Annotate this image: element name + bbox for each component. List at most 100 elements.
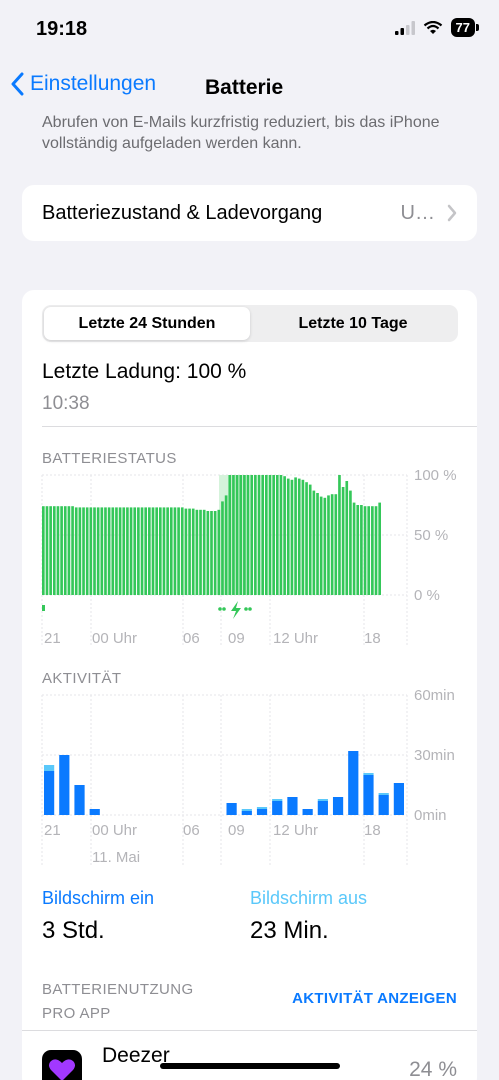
segment-last-10-days[interactable]: Letzte 10 Tage	[250, 307, 456, 340]
battery-bar	[356, 505, 360, 595]
battery-usage-card: Letzte 24 Stunden Letzte 10 Tage Letzte …	[22, 290, 477, 1080]
battery-chart-title: BATTERIESTATUS	[42, 450, 177, 467]
chevron-right-icon	[447, 204, 457, 222]
battery-bar	[268, 475, 272, 595]
activity-x-tick: 12 Uhr	[273, 822, 319, 839]
battery-bar	[158, 507, 162, 595]
screen-on-value: 3 Std.	[42, 917, 105, 944]
last-charge-label: Letzte Ladung: 100 %	[42, 360, 247, 383]
activity-x-tick: 18	[364, 822, 381, 839]
battery-health-row[interactable]: Batteriezustand & Ladevorgang U…	[22, 185, 477, 241]
charging-dot	[218, 607, 222, 611]
charging-bolt-icon	[231, 601, 241, 619]
battery-bar	[71, 506, 74, 595]
battery-bar	[202, 509, 206, 595]
wifi-icon	[423, 20, 442, 34]
battery-bar	[228, 475, 232, 595]
activity-x-tick: 09	[228, 822, 245, 839]
battery-bar	[100, 507, 104, 595]
battery-bar	[140, 507, 144, 595]
battery-x-tick: 09	[228, 630, 245, 647]
battery-bar	[246, 475, 250, 595]
battery-bar	[173, 507, 177, 595]
battery-bar	[60, 506, 63, 595]
app-usage-row-deezer[interactable]: Deezer 24 %	[22, 1040, 477, 1080]
battery-bar	[82, 507, 85, 595]
activity-bar-screen-off	[363, 773, 374, 775]
activity-bar-screen-off	[272, 799, 283, 801]
divider	[22, 1030, 477, 1031]
battery-bar	[177, 507, 180, 595]
last-charge-time: 10:38	[42, 393, 90, 414]
activity-date-label: 11. Mai	[92, 849, 141, 866]
battery-bar	[217, 509, 221, 595]
battery-bar	[49, 506, 52, 595]
battery-bar	[221, 501, 224, 595]
battery-bar	[199, 509, 202, 595]
status-icons: 77	[394, 18, 480, 37]
usage-per-app-header: BATTERIENUTZUNG PRO APP	[42, 978, 194, 1026]
battery-bar	[111, 507, 115, 595]
battery-bar	[334, 494, 338, 595]
battery-bar	[312, 490, 316, 595]
activity-bar-screen-on	[287, 797, 298, 815]
battery-bar	[261, 475, 265, 595]
activity-chart-title: AKTIVITÄT	[42, 670, 122, 687]
activity-bar-screen-on	[393, 783, 404, 815]
battery-bar	[254, 475, 257, 595]
battery-bar	[352, 502, 356, 595]
usage-header-line1: BATTERIENUTZUNG	[42, 981, 194, 998]
battery-bar	[155, 507, 158, 595]
battery-level-chart	[41, 474, 408, 645]
battery-bar	[93, 507, 96, 595]
back-button[interactable]: Einstellungen	[10, 72, 156, 96]
battery-bar	[133, 507, 137, 595]
battery-bar	[235, 475, 239, 595]
activity-x-tick: 06	[183, 822, 200, 839]
battery-bar	[169, 507, 173, 595]
battery-bar	[279, 475, 283, 595]
battery-bar	[89, 507, 93, 595]
battery-health-value: U…	[400, 201, 435, 224]
battery-bar	[316, 493, 319, 595]
battery-bar	[104, 507, 107, 595]
battery-bar	[42, 506, 45, 595]
activity-bar-screen-off	[241, 809, 252, 811]
battery-bar	[107, 507, 111, 595]
battery-bar	[349, 490, 352, 595]
segment-last-24-hours[interactable]: Letzte 24 Stunden	[44, 307, 250, 340]
status-time: 19:18	[36, 18, 88, 40]
battery-bar	[371, 506, 374, 595]
battery-bar	[184, 508, 188, 595]
activity-bar-screen-on	[89, 809, 100, 815]
battery-bar	[96, 507, 100, 595]
battery-bar	[323, 497, 327, 595]
activity-bar-screen-on	[272, 801, 283, 815]
show-activity-button[interactable]: AKTIVITÄT ANZEIGEN	[292, 990, 457, 1007]
home-indicator[interactable]	[160, 1063, 340, 1069]
battery-bar	[250, 475, 254, 595]
battery-bar	[56, 506, 60, 595]
battery-x-tick: 12 Uhr	[273, 630, 319, 647]
battery-bar	[265, 475, 268, 595]
battery-bar	[286, 478, 290, 595]
battery-bar	[360, 505, 363, 595]
activity-bar-screen-on	[256, 809, 268, 815]
battery-bar	[129, 507, 133, 595]
battery-bar	[283, 476, 286, 595]
cellular-signal-icon	[394, 20, 415, 35]
charging-dot	[222, 607, 226, 611]
battery-bar	[144, 507, 148, 595]
battery-bar	[378, 502, 381, 595]
activity-bar-screen-on	[302, 809, 313, 815]
battery-bar	[118, 507, 122, 595]
battery-bar	[151, 507, 155, 595]
page-title: Batterie	[205, 76, 284, 99]
activity-bar-screen-on	[317, 801, 328, 815]
battery-bar	[243, 475, 246, 595]
screen-off-label: Bildschirm aus	[250, 888, 368, 908]
activity-bar-screen-on	[348, 751, 359, 815]
activity-bar-screen-on	[59, 755, 70, 815]
battery-bar	[85, 507, 89, 595]
battery-bar	[115, 507, 118, 595]
